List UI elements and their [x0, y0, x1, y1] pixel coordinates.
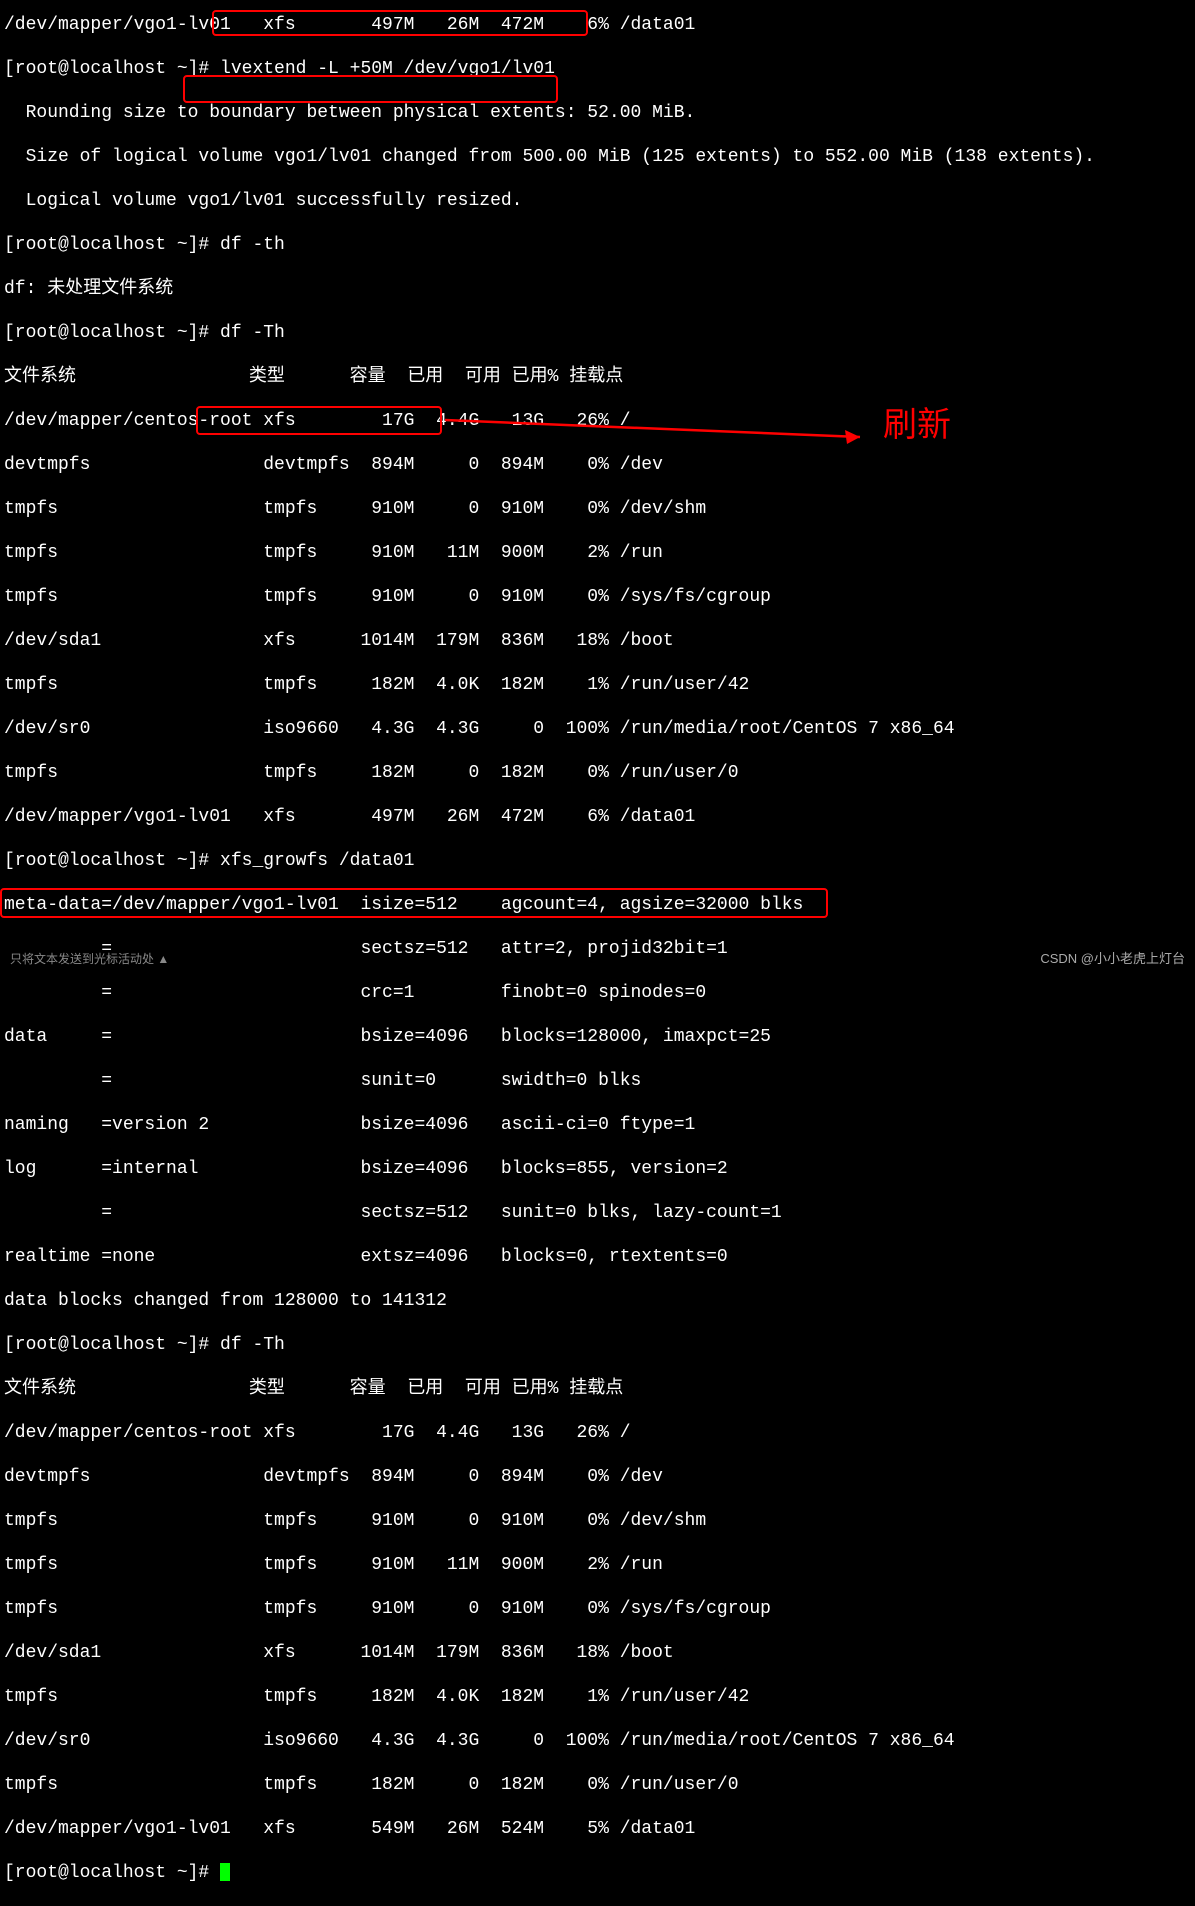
term-line: 文件系统 类型 容量 已用 可用 已用% 挂载点 — [4, 366, 1095, 388]
term-line: data = bsize=4096 blocks=128000, imaxpct… — [4, 1026, 1095, 1048]
term-line: [root@localhost ~]# df -Th — [4, 322, 1095, 344]
term-line: /dev/sr0 iso9660 4.3G 4.3G 0 100% /run/m… — [4, 718, 1095, 740]
term-line: devtmpfs devtmpfs 894M 0 894M 0% /dev — [4, 454, 1095, 476]
term-line: tmpfs tmpfs 910M 0 910M 0% /sys/fs/cgrou… — [4, 586, 1095, 608]
term-line: /dev/mapper/vgo1-lv01 xfs 497M 26M 472M … — [4, 806, 1095, 828]
term-line: = sectsz=512 sunit=0 blks, lazy-count=1 — [4, 1202, 1095, 1224]
term-line: [root@localhost ~]# df -Th — [4, 1334, 1095, 1356]
term-line: tmpfs tmpfs 182M 4.0K 182M 1% /run/user/… — [4, 1686, 1095, 1708]
term-line: tmpfs tmpfs 182M 4.0K 182M 1% /run/user/… — [4, 674, 1095, 696]
term-line: tmpfs tmpfs 910M 0 910M 0% /dev/shm — [4, 1510, 1095, 1532]
term-line: Logical volume vgo1/lv01 successfully re… — [4, 190, 1095, 212]
term-line: Rounding size to boundary between physic… — [4, 102, 1095, 124]
term-line: /dev/sda1 xfs 1014M 179M 836M 18% /boot — [4, 1642, 1095, 1664]
term-line: 文件系统 类型 容量 已用 可用 已用% 挂载点 — [4, 1378, 1095, 1400]
term-line: meta-data=/dev/mapper/vgo1-lv01 isize=51… — [4, 894, 1095, 916]
term-line: tmpfs tmpfs 182M 0 182M 0% /run/user/0 — [4, 762, 1095, 784]
annotation-refresh: 刷新 — [883, 414, 951, 436]
term-line: tmpfs tmpfs 182M 0 182M 0% /run/user/0 — [4, 1774, 1095, 1796]
statusbar-hint: 只将文本发送到光标活动处 ▲ — [10, 948, 169, 970]
term-line: [root@localhost ~]# lvextend -L +50M /de… — [4, 58, 1095, 80]
term-line: tmpfs tmpfs 910M 0 910M 0% /sys/fs/cgrou… — [4, 1598, 1095, 1620]
term-line: naming =version 2 bsize=4096 ascii-ci=0 … — [4, 1114, 1095, 1136]
term-line: [root@localhost ~]# df -th — [4, 234, 1095, 256]
term-line: tmpfs tmpfs 910M 11M 900M 2% /run — [4, 1554, 1095, 1576]
term-line: /dev/sr0 iso9660 4.3G 4.3G 0 100% /run/m… — [4, 1730, 1095, 1752]
term-line: = sunit=0 swidth=0 blks — [4, 1070, 1095, 1092]
term-line: tmpfs tmpfs 910M 0 910M 0% /dev/shm — [4, 498, 1095, 520]
watermark-text: CSDN @小小老虎上灯台 — [1040, 948, 1185, 970]
term-line: /dev/sda1 xfs 1014M 179M 836M 18% /boot — [4, 630, 1095, 652]
term-line-prompt[interactable]: [root@localhost ~]# — [4, 1862, 1095, 1884]
term-line: /dev/mapper/vgo1-lv01 xfs 497M 26M 472M … — [4, 14, 1095, 36]
term-line: /dev/mapper/vgo1-lv01 xfs 549M 26M 524M … — [4, 1818, 1095, 1840]
term-line: [root@localhost ~]# xfs_growfs /data01 — [4, 850, 1095, 872]
term-line: tmpfs tmpfs 910M 11M 900M 2% /run — [4, 542, 1095, 564]
term-line: /dev/mapper/centos-root xfs 17G 4.4G 13G… — [4, 1422, 1095, 1444]
term-line: df: 未处理文件系统 — [4, 278, 1095, 300]
term-line: = crc=1 finobt=0 spinodes=0 — [4, 982, 1095, 1004]
term-line: log =internal bsize=4096 blocks=855, ver… — [4, 1158, 1095, 1180]
cursor-block — [220, 1863, 230, 1881]
term-line: devtmpfs devtmpfs 894M 0 894M 0% /dev — [4, 1466, 1095, 1488]
term-line: realtime =none extsz=4096 blocks=0, rtex… — [4, 1246, 1095, 1268]
term-line: Size of logical volume vgo1/lv01 changed… — [4, 146, 1095, 168]
term-line: data blocks changed from 128000 to 14131… — [4, 1290, 1095, 1312]
